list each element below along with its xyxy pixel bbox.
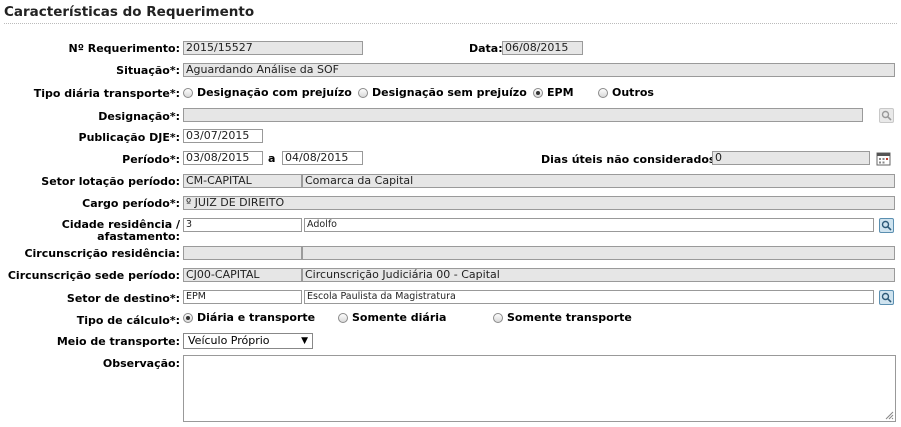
radio-dot-selected[interactable] <box>533 87 543 98</box>
radio-designacao-sem-prejuizo[interactable]: Designação sem prejuízo <box>358 86 527 99</box>
radio-designacao-com-prejuizo[interactable]: Designação com prejuízo <box>183 86 352 99</box>
publicacao-input[interactable]: 03/07/2015 <box>183 129 263 143</box>
dias-uteis-label: Dias úteis não considerados*: <box>541 153 726 166</box>
circ-sede-name: Circunscrição Judiciária 00 - Capital <box>302 268 895 282</box>
cidade-code-input[interactable]: 3 <box>183 218 302 232</box>
title-divider <box>4 23 897 24</box>
radio-dot[interactable] <box>183 87 193 98</box>
designacao-field <box>183 108 863 122</box>
periodo-start-input[interactable]: 03/08/2015 <box>183 151 263 165</box>
setor-destino-code-input[interactable]: EPM <box>183 290 302 304</box>
magnifier-icon <box>881 110 892 121</box>
cargo-label: Cargo período*: <box>82 197 180 210</box>
radio-dot-selected[interactable] <box>183 312 193 323</box>
circ-residencia-name <box>302 246 895 260</box>
situacao-field: Aguardando Análise da SOF <box>183 63 895 77</box>
observacao-textarea[interactable] <box>183 355 896 422</box>
cidade-lookup-button[interactable] <box>879 218 894 233</box>
cargo-field: º JUIZ DE DIREITO <box>183 196 895 210</box>
radio-label: Designação sem prejuízo <box>372 86 527 99</box>
setor-destino-label: Setor de destino*: <box>66 292 180 305</box>
radio-somente-transporte[interactable]: Somente transporte <box>493 311 632 324</box>
periodo-separator: a <box>268 152 276 165</box>
circ-residencia-code <box>183 246 302 260</box>
data-label: Data: <box>469 42 503 55</box>
setor-lotacao-label: Setor lotação período: <box>41 175 180 188</box>
radio-diaria-e-transporte[interactable]: Diária e transporte <box>183 311 315 324</box>
radio-dot[interactable] <box>358 87 368 98</box>
data-field: 06/08/2015 <box>502 41 583 55</box>
radio-label: Outros <box>612 86 654 99</box>
radio-outros[interactable]: Outros <box>598 86 654 99</box>
radio-dot[interactable] <box>338 312 348 323</box>
select-value: Veículo Próprio <box>188 334 270 347</box>
cidade-name-input[interactable]: Adolfo <box>304 218 874 232</box>
calendar-button[interactable] <box>876 151 891 166</box>
situacao-label: Situação*: <box>116 64 180 77</box>
numero-field: 2015/15527 <box>183 41 363 55</box>
radio-dot[interactable] <box>493 312 503 323</box>
radio-label: Designação com prejuízo <box>197 86 352 99</box>
radio-somente-diaria[interactable]: Somente diária <box>338 311 446 324</box>
periodo-end-input[interactable]: 04/08/2015 <box>282 151 363 165</box>
radio-label: Somente diária <box>352 311 447 324</box>
meio-transporte-label: Meio de transporte: <box>56 335 180 348</box>
numero-label: Nº Requerimento: <box>68 42 181 55</box>
radio-dot[interactable] <box>598 87 608 98</box>
radio-label: Somente transporte <box>507 311 632 324</box>
radio-label: EPM <box>547 86 574 99</box>
dropdown-arrow-icon: ▼ <box>301 336 308 346</box>
radio-epm[interactable]: EPM <box>533 86 574 99</box>
tipo-diaria-label: Tipo diária transporte*: <box>33 87 180 100</box>
calendar-icon <box>876 152 891 166</box>
circ-sede-code: CJ00-CAPITAL <box>183 268 302 282</box>
magnifier-icon <box>881 220 892 231</box>
dias-uteis-field: 0 <box>712 151 870 165</box>
radio-label: Diária e transporte <box>197 311 316 324</box>
cidade-label: Cidade residência / afastamento: <box>61 218 180 243</box>
section-title: Características do Requerimento <box>4 4 255 20</box>
setor-destino-lookup-button[interactable] <box>879 290 894 305</box>
setor-destino-name-input[interactable]: Escola Paulista da Magistratura <box>304 290 874 304</box>
observacao-label: Observação: <box>102 357 180 370</box>
designacao-label: Designação*: <box>98 110 180 123</box>
resize-grip-icon[interactable] <box>885 411 894 420</box>
tipo-calculo-label: Tipo de cálculo*: <box>76 314 180 327</box>
circ-residencia-label: Circunscrição residência: <box>24 247 180 260</box>
publicacao-label: Publicação DJE*: <box>78 131 180 144</box>
magnifier-icon <box>881 292 892 303</box>
meio-transporte-select[interactable]: Veículo Próprio ▼ <box>183 333 313 349</box>
periodo-label: Período*: <box>122 153 180 166</box>
setor-lotacao-code: CM-CAPITAL <box>183 174 302 188</box>
setor-lotacao-name: Comarca da Capital <box>302 174 895 188</box>
designacao-lookup-button[interactable] <box>879 108 894 123</box>
circ-sede-label: Circunscrição sede período: <box>7 269 180 282</box>
